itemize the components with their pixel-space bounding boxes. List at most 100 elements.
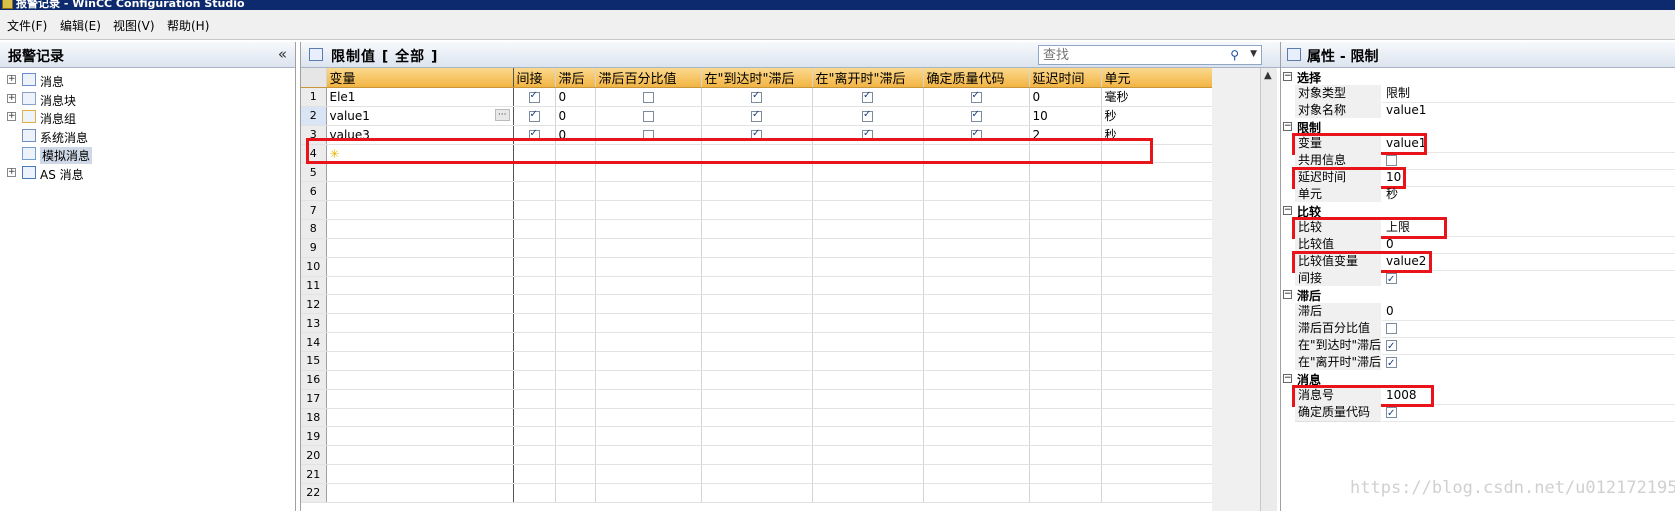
table-cell[interactable] bbox=[326, 219, 514, 239]
checkbox[interactable] bbox=[642, 129, 654, 141]
table-cell[interactable] bbox=[1101, 219, 1213, 239]
property-value[interactable] bbox=[1382, 337, 1675, 355]
property-row[interactable]: 消息号 1008 bbox=[1281, 387, 1675, 406]
column-header[interactable]: 变量 bbox=[326, 68, 514, 88]
table-cell[interactable] bbox=[1101, 332, 1213, 353]
table-cell[interactable] bbox=[326, 483, 514, 503]
table-row[interactable]: 2value1 ··· 0 10秒 bbox=[301, 106, 1213, 126]
table-cell[interactable] bbox=[1029, 181, 1102, 202]
table-cell[interactable] bbox=[595, 313, 702, 334]
table-cell[interactable] bbox=[595, 389, 702, 409]
table-cell[interactable] bbox=[513, 332, 556, 353]
column-header[interactable]: 滞后 bbox=[555, 68, 596, 88]
table-cell[interactable]: value1 ··· bbox=[326, 106, 514, 126]
table-row[interactable]: 8 bbox=[301, 219, 1213, 239]
table-cell[interactable] bbox=[923, 219, 1030, 239]
browse-button[interactable]: ··· bbox=[494, 108, 510, 121]
checkbox[interactable] bbox=[528, 109, 540, 122]
table-cell[interactable] bbox=[555, 276, 596, 296]
table-cell[interactable] bbox=[513, 313, 556, 334]
collapse-pane-icon[interactable]: « bbox=[278, 45, 287, 63]
table-cell[interactable] bbox=[812, 87, 924, 107]
table-cell[interactable] bbox=[555, 181, 596, 202]
table-cell[interactable] bbox=[513, 483, 556, 503]
table-cell[interactable] bbox=[513, 125, 556, 145]
table-row[interactable]: 22 bbox=[301, 483, 1213, 503]
table-cell[interactable] bbox=[812, 276, 924, 296]
table-cell[interactable] bbox=[595, 370, 702, 390]
table-cell[interactable] bbox=[923, 332, 1030, 353]
table-cell[interactable] bbox=[595, 276, 702, 296]
table-cell[interactable] bbox=[701, 238, 813, 258]
property-row[interactable]: 单元秒 bbox=[1281, 185, 1675, 204]
table-cell[interactable] bbox=[513, 445, 556, 466]
variable-value[interactable]: value1 bbox=[330, 109, 370, 123]
column-header[interactable]: 延迟时间 bbox=[1029, 68, 1102, 88]
table-cell[interactable]: ✳ bbox=[326, 144, 514, 164]
property-value[interactable]: value2 bbox=[1382, 253, 1675, 271]
table-cell[interactable] bbox=[701, 313, 813, 334]
property-row[interactable]: 在"离开时"滞后 bbox=[1281, 353, 1675, 372]
table-cell[interactable] bbox=[812, 370, 924, 390]
table-cell[interactable] bbox=[701, 370, 813, 390]
table-row[interactable]: 16 bbox=[301, 370, 1213, 390]
property-row[interactable]: 确定质量代码 bbox=[1281, 404, 1675, 422]
table-cell[interactable] bbox=[326, 200, 514, 221]
table-cell[interactable] bbox=[1029, 408, 1102, 428]
table-cell[interactable] bbox=[326, 162, 514, 183]
menu-edit[interactable]: 编辑(E) bbox=[60, 17, 101, 34]
column-header[interactable]: 在"离开时"滞后 bbox=[812, 68, 924, 88]
table-cell[interactable] bbox=[555, 408, 596, 428]
table-cell[interactable] bbox=[326, 238, 514, 258]
table-row[interactable]: 6 bbox=[301, 181, 1213, 202]
property-row[interactable]: 滞后百分比值 bbox=[1281, 320, 1675, 338]
table-cell[interactable] bbox=[1101, 370, 1213, 390]
search-icon[interactable]: ⚲ bbox=[1230, 48, 1239, 62]
property-value[interactable] bbox=[1382, 152, 1675, 170]
table-cell[interactable] bbox=[595, 464, 702, 485]
table-cell[interactable] bbox=[595, 125, 702, 145]
table-cell[interactable] bbox=[513, 351, 556, 371]
table-cell[interactable] bbox=[1101, 181, 1213, 202]
table-cell[interactable] bbox=[812, 464, 924, 485]
table-cell[interactable] bbox=[923, 426, 1030, 447]
collapse-group-icon[interactable]: − bbox=[1283, 206, 1292, 216]
table-cell[interactable] bbox=[812, 351, 924, 371]
menu-view[interactable]: 视图(V) bbox=[113, 17, 155, 34]
table-cell[interactable] bbox=[812, 257, 924, 277]
table-cell[interactable]: 0 bbox=[555, 125, 596, 145]
table-cell[interactable] bbox=[923, 351, 1030, 371]
checkbox[interactable] bbox=[751, 128, 762, 141]
table-cell[interactable] bbox=[812, 313, 924, 334]
table-cell[interactable] bbox=[1101, 294, 1213, 315]
table-cell[interactable] bbox=[1101, 162, 1213, 183]
table-cell[interactable]: 0 bbox=[1029, 87, 1102, 107]
property-value[interactable] bbox=[1382, 354, 1675, 372]
table-cell[interactable] bbox=[1101, 389, 1213, 409]
table-cell[interactable] bbox=[1029, 200, 1102, 221]
table-cell[interactable] bbox=[923, 257, 1030, 277]
table-cell[interactable] bbox=[326, 464, 514, 485]
expand-icon[interactable]: + bbox=[7, 112, 16, 121]
column-header[interactable]: 确定质量代码 bbox=[923, 68, 1030, 88]
table-cell[interactable] bbox=[555, 445, 596, 466]
table-cell[interactable] bbox=[812, 200, 924, 221]
table-cell[interactable] bbox=[595, 426, 702, 447]
table-cell[interactable] bbox=[701, 426, 813, 447]
table-cell[interactable] bbox=[812, 294, 924, 315]
property-value[interactable]: 限制 bbox=[1382, 85, 1675, 103]
property-row[interactable]: 比较值 0 bbox=[1281, 236, 1675, 254]
table-cell[interactable] bbox=[812, 389, 924, 409]
table-row[interactable]: 9 bbox=[301, 238, 1213, 258]
table-row[interactable]: 12 bbox=[301, 294, 1213, 315]
checkbox[interactable] bbox=[862, 90, 873, 103]
property-value[interactable] bbox=[1382, 320, 1675, 338]
table-cell[interactable] bbox=[701, 219, 813, 239]
property-value[interactable]: 10 bbox=[1382, 169, 1675, 187]
table-cell[interactable] bbox=[513, 389, 556, 409]
table-cell[interactable] bbox=[701, 445, 813, 466]
table-cell[interactable] bbox=[701, 294, 813, 315]
checkbox[interactable] bbox=[862, 109, 873, 122]
table-cell[interactable]: 10 bbox=[1029, 106, 1102, 126]
table-cell[interactable] bbox=[1101, 408, 1213, 428]
